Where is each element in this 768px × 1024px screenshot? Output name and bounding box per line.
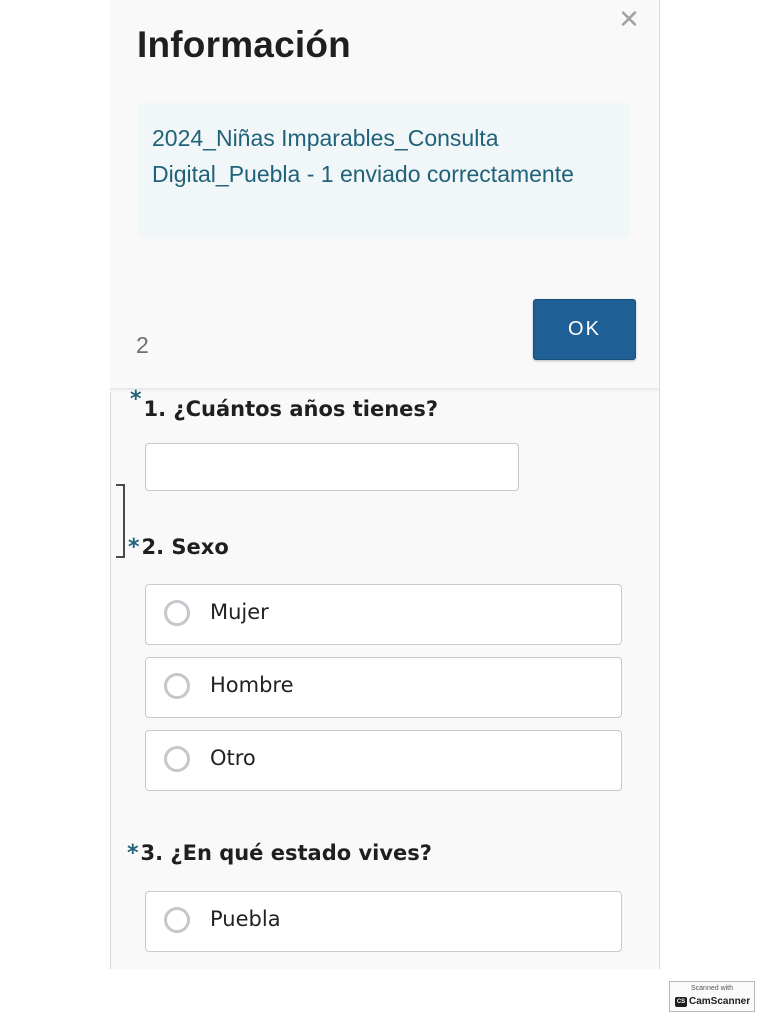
required-asterisk: * xyxy=(130,387,142,412)
camscanner-watermark: Scanned with CS CamScanner xyxy=(669,981,755,1012)
question-label: 1. ¿Cuántos años tienes? xyxy=(143,397,439,421)
option-mujer[interactable]: Mujer xyxy=(145,584,622,645)
message-box: 2024_Niñas Imparables_Consulta Digital_P… xyxy=(138,103,630,239)
option-label: Mujer xyxy=(210,600,269,624)
question-label: 2. Sexo xyxy=(141,535,229,559)
info-dialog: Información ✕ 2024_Niñas Imparables_Cons… xyxy=(110,0,658,388)
survey-form: *1. ¿Cuántos años tienes? *2. Sexo Mujer… xyxy=(110,387,658,969)
radio-icon[interactable] xyxy=(164,673,190,699)
option-otro[interactable]: Otro xyxy=(145,730,622,791)
close-icon[interactable]: ✕ xyxy=(618,7,640,33)
camscanner-logo-icon: CS xyxy=(675,997,687,1007)
option-hombre[interactable]: Hombre xyxy=(145,657,622,718)
focus-bracket xyxy=(116,484,125,558)
question-age: *1. ¿Cuántos años tienes? xyxy=(130,387,439,422)
radio-icon[interactable] xyxy=(164,746,190,772)
success-message: 2024_Niñas Imparables_Consulta Digital_P… xyxy=(152,125,574,187)
option-label: Otro xyxy=(210,746,256,770)
option-puebla[interactable]: Puebla xyxy=(145,891,622,952)
dialog-title: Información xyxy=(137,24,351,65)
option-label: Puebla xyxy=(210,907,281,931)
watermark-caption: Scanned with xyxy=(690,985,734,992)
ok-button[interactable]: OK xyxy=(533,299,636,360)
question-label: 3. ¿En qué estado vives? xyxy=(140,841,432,865)
watermark-brand: CamScanner xyxy=(689,996,751,1007)
page-number: 2 xyxy=(136,332,149,358)
required-asterisk: * xyxy=(128,535,140,560)
option-label: Hombre xyxy=(210,673,294,697)
question-state: *3. ¿En qué estado vives? xyxy=(127,841,432,866)
radio-icon[interactable] xyxy=(164,600,190,626)
required-asterisk: * xyxy=(127,841,139,866)
radio-icon[interactable] xyxy=(164,907,190,933)
age-input[interactable] xyxy=(145,443,519,491)
question-sex: *2. Sexo xyxy=(128,535,229,560)
